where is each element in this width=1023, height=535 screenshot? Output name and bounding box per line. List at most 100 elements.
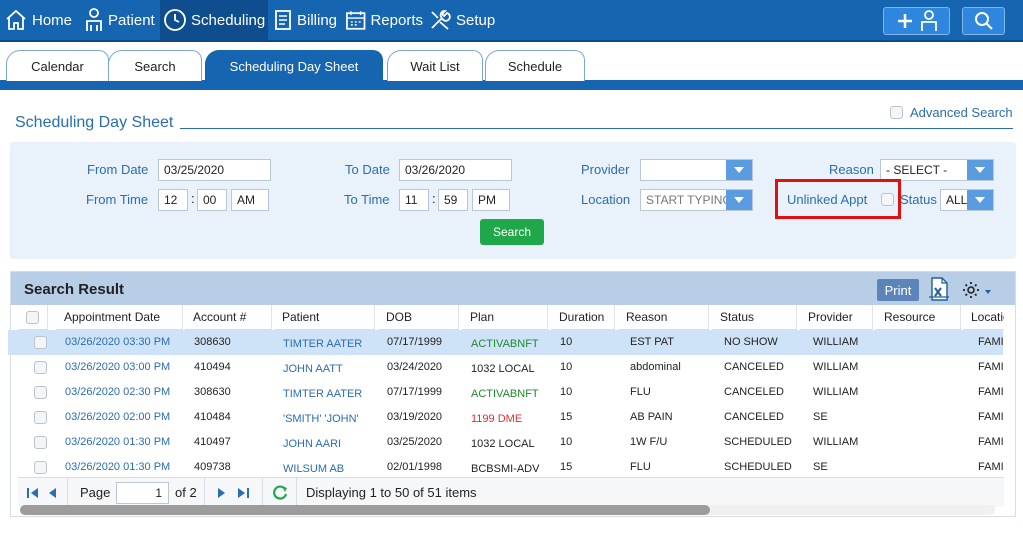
nav-billing[interactable]: Billing (273, 0, 343, 40)
cell-appointment-date[interactable]: 03/26/2020 01:30 PM (65, 461, 170, 473)
reason-dropdown[interactable]: - SELECT - (880, 159, 994, 181)
tab-scheduling-day-sheet[interactable]: Scheduling Day Sheet (205, 50, 383, 81)
from-date-input[interactable]: 03/25/2020 (158, 159, 271, 181)
search-button[interactable]: Search (480, 219, 544, 245)
cell-provider: WILLIAM (813, 336, 859, 348)
col-appointment-date[interactable]: Appointment Date (56, 305, 183, 330)
tab-scheduling-day-sheet-label: Scheduling Day Sheet (229, 58, 359, 74)
cell-location: FAMI (978, 411, 1004, 423)
nav-reports[interactable]: Reports (345, 0, 423, 40)
cell-appointment-date[interactable]: 03/26/2020 02:30 PM (65, 386, 170, 398)
pager-divider (204, 478, 205, 508)
from-hour-input[interactable]: 12 (158, 189, 188, 211)
nav-setup[interactable]: Setup (428, 0, 498, 40)
refresh-icon[interactable] (271, 484, 289, 502)
cell-appointment-date[interactable]: 03/26/2020 03:30 PM (65, 336, 170, 348)
to-ampm-input[interactable]: PM (472, 189, 510, 211)
cell-dob: 02/01/1998 (387, 461, 443, 473)
nav-scheduling[interactable]: Scheduling (160, 0, 268, 40)
col-location[interactable]: Location (963, 305, 1004, 330)
to-date-input[interactable]: 03/26/2020 (399, 159, 512, 181)
col-duration[interactable]: Duration (551, 305, 615, 330)
next-page-icon[interactable] (216, 486, 228, 500)
table-row[interactable]: 03/26/2020 02:30 PM 308630 TIMTER AATER … (8, 380, 1004, 405)
to-hour-input[interactable]: 11 (399, 189, 429, 211)
horizontal-scrollbar[interactable] (20, 505, 995, 515)
previous-page-icon[interactable] (46, 486, 58, 500)
row-checkbox[interactable] (34, 386, 47, 399)
table-row[interactable]: 03/26/2020 01:30 PM 409738 WILSUM AB 02/… (8, 455, 1003, 477)
nav-patient[interactable]: Patient (84, 0, 156, 40)
provider-dropdown[interactable] (640, 159, 753, 181)
to-minute-input[interactable]: 59 (438, 189, 468, 211)
global-search-button[interactable] (962, 7, 1005, 35)
cell-patient[interactable]: TIMTER AATER (283, 338, 362, 350)
page-count-label: of 2 (175, 485, 197, 500)
cell-appointment-date[interactable]: 03/26/2020 02:00 PM (65, 411, 170, 423)
col-provider[interactable]: Provider (800, 305, 873, 330)
cell-dob: 07/17/1999 (387, 386, 443, 398)
cell-provider: SE (813, 411, 828, 423)
status-dropdown[interactable]: ALL (940, 189, 994, 211)
scrollbar-thumb[interactable] (20, 505, 710, 515)
cell-appointment-date[interactable]: 03/26/2020 03:00 PM (65, 361, 170, 373)
print-button[interactable]: Print (877, 279, 919, 301)
first-page-icon[interactable] (26, 486, 40, 500)
cell-appointment-date[interactable]: 03/26/2020 01:30 PM (65, 436, 170, 448)
advanced-search-checkbox[interactable] (890, 106, 903, 119)
table-row[interactable]: 03/26/2020 01:30 PM 410497 JOHN AARI 03/… (8, 430, 1004, 455)
cell-patient[interactable]: 'SMITH' 'JOHN' (283, 413, 359, 425)
row-checkbox[interactable] (34, 436, 47, 449)
tab-search[interactable]: Search (108, 50, 202, 81)
col-plan[interactable]: Plan (462, 305, 548, 330)
table-row[interactable]: 03/26/2020 03:00 PM 410494 JOHN AATT 03/… (8, 355, 1004, 380)
cell-plan: ACTIVABNFT (471, 388, 539, 400)
cell-patient[interactable]: JOHN AATT (283, 363, 343, 375)
cell-plan: BCBSMI-ADV (471, 463, 540, 475)
add-patient-button[interactable] (883, 7, 950, 35)
table-row[interactable]: 03/26/2020 02:00 PM 410484 'SMITH' 'JOHN… (8, 405, 1004, 430)
excel-export-icon[interactable] (929, 277, 949, 301)
table-row[interactable]: 03/26/2020 03:30 PM 308630 TIMTER AATER … (8, 330, 1004, 355)
col-status[interactable]: Status (712, 305, 797, 330)
tab-schedule[interactable]: Schedule (485, 50, 585, 81)
row-checkbox[interactable] (34, 336, 47, 349)
cell-status: CANCELED (724, 386, 784, 398)
col-reason[interactable]: Reason (618, 305, 709, 330)
cell-patient[interactable]: WILSUM AB (283, 463, 344, 475)
nav-home[interactable]: Home (4, 0, 76, 40)
cell-patient[interactable]: TIMTER AATER (283, 388, 362, 400)
advanced-search[interactable]: Advanced Search (890, 105, 1013, 120)
col-resource[interactable]: Resource (876, 305, 961, 330)
last-page-icon[interactable] (236, 486, 250, 500)
cell-provider: WILLIAM (813, 386, 859, 398)
col-dob[interactable]: DOB (378, 305, 459, 330)
time-separator: : (191, 191, 195, 206)
cell-reason: 1W F/U (630, 436, 668, 448)
nav-setup-label: Setup (456, 11, 496, 29)
row-checkbox[interactable] (34, 361, 47, 374)
cell-duration: 15 (560, 411, 573, 423)
col-patient[interactable]: Patient (274, 305, 375, 330)
from-minute-input[interactable]: 00 (197, 189, 227, 211)
col-account[interactable]: Account # (185, 305, 272, 330)
cell-plan: ACTIVABNFT (471, 338, 539, 350)
location-combobox[interactable]: START TYPING (640, 189, 753, 211)
title-divider (180, 128, 1013, 129)
patient-icon (86, 8, 102, 31)
page-number-input[interactable]: 1 (116, 482, 169, 504)
from-ampm-input[interactable]: AM (231, 189, 269, 211)
chevron-down-icon (967, 160, 993, 180)
tab-wait-list[interactable]: Wait List (387, 50, 483, 81)
tab-calendar[interactable]: Calendar (6, 50, 109, 81)
settings-gear-icon[interactable] (962, 280, 992, 300)
select-all-checkbox[interactable] (26, 310, 39, 324)
cell-provider: WILLIAM (813, 361, 859, 373)
row-checkbox[interactable] (34, 411, 47, 424)
chevron-down-icon (967, 190, 993, 210)
time-separator: : (432, 191, 436, 206)
cell-patient[interactable]: JOHN AARI (283, 438, 341, 450)
cell-account: 410484 (194, 411, 231, 423)
row-checkbox[interactable] (34, 461, 47, 474)
pager-bar: Page 1 of 2 Displaying 1 to 50 of 51 ite… (18, 477, 1004, 508)
